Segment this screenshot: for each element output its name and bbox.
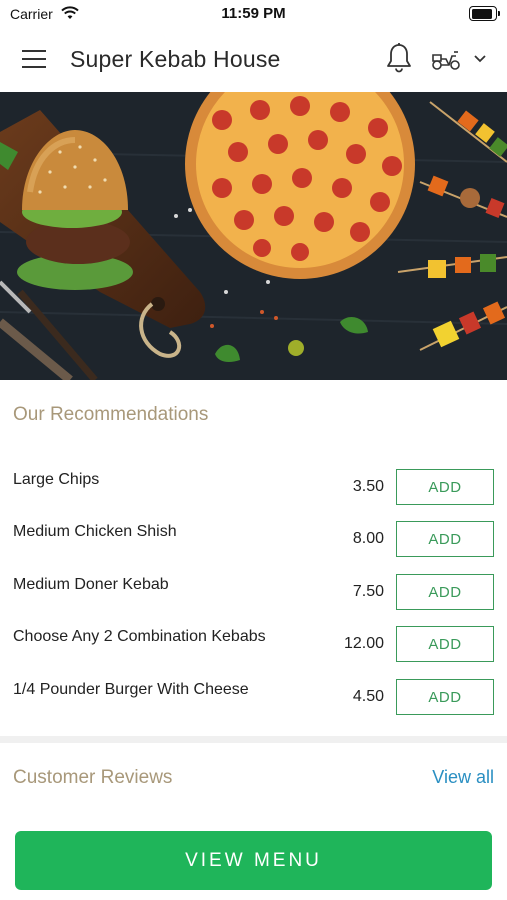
recommendation-row: Choose Any 2 Combination Kebabs 12.00 AD… — [0, 626, 507, 678]
item-price: 3.50 — [352, 478, 384, 495]
view-all-link[interactable]: View all — [432, 767, 494, 788]
item-name: Medium Chicken Shish — [13, 523, 177, 540]
item-name: Choose Any 2 Combination Kebabs — [13, 628, 266, 645]
add-button[interactable]: ADD — [396, 574, 494, 610]
add-button[interactable]: ADD — [396, 469, 494, 505]
item-name: 1/4 Pounder Burger With Cheese — [13, 681, 249, 698]
status-bar: Carrier 11:59 PM — [0, 0, 507, 28]
recommendations-title: Our Recommendations — [13, 404, 209, 425]
add-button[interactable]: ADD — [396, 626, 494, 662]
item-name: Large Chips — [13, 471, 100, 488]
hero-banner-image — [0, 92, 507, 380]
delivery-scooter-icon[interactable] — [430, 46, 462, 72]
bell-icon[interactable] — [385, 42, 413, 74]
recommendation-row: Medium Chicken Shish 8.00 ADD — [0, 521, 507, 573]
reviews-title: Customer Reviews — [13, 767, 173, 788]
item-name: Medium Doner Kebab — [13, 576, 169, 593]
recommendation-row: 1/4 Pounder Burger With Cheese 4.50 ADD — [0, 679, 507, 731]
item-price: 8.00 — [352, 530, 384, 547]
section-divider — [0, 736, 507, 743]
recommendation-row: Large Chips 3.50 ADD — [0, 469, 507, 521]
recommendation-row: Medium Doner Kebab 7.50 ADD — [0, 574, 507, 626]
app-header: Super Kebab House — [0, 28, 507, 92]
add-button[interactable]: ADD — [396, 679, 494, 715]
item-price: 12.00 — [343, 635, 384, 652]
item-price: 4.50 — [352, 688, 384, 705]
status-time: 11:59 PM — [221, 5, 286, 22]
food-illustration — [0, 92, 507, 380]
item-price: 7.50 — [352, 583, 384, 600]
view-menu-button[interactable]: VIEW MENU — [15, 831, 492, 890]
battery-icon — [469, 6, 500, 21]
app-title: Super Kebab House — [70, 46, 281, 72]
menu-icon[interactable] — [22, 50, 48, 70]
chevron-down-icon[interactable] — [472, 52, 488, 64]
add-button[interactable]: ADD — [396, 521, 494, 557]
